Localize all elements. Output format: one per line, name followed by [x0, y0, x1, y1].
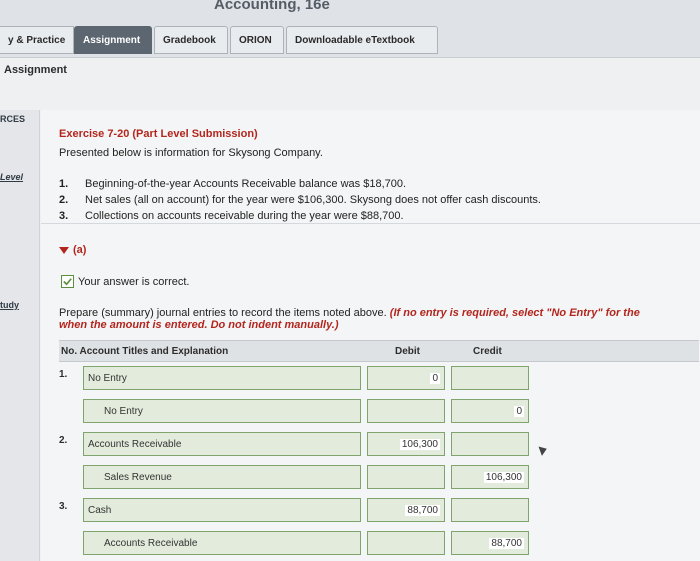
leftnav-study[interactable]: tudy — [0, 300, 19, 310]
tab-assignment[interactable]: Assignment — [74, 26, 152, 54]
table-row: 1. No Entry 0 — [59, 366, 699, 396]
part-a-toggle[interactable]: (a) — [59, 244, 86, 256]
left-nav: RCES Level tudy — [0, 110, 40, 561]
account-title-field[interactable]: Sales Revenue — [83, 465, 361, 489]
status-text: Your answer is correct. — [78, 275, 190, 288]
account-title-field[interactable]: No Entry — [83, 366, 361, 390]
credit-field[interactable] — [451, 498, 529, 522]
journal-prompt: Prepare (summary) journal entries to rec… — [59, 307, 640, 331]
tab-gradebook[interactable]: Gradebook — [154, 26, 228, 54]
column-header-credit: Credit — [473, 346, 502, 357]
leftnav-resources[interactable]: RCES — [0, 114, 25, 124]
credit-field[interactable]: 106,300 — [451, 465, 529, 489]
account-title-field[interactable]: Accounts Receivable — [83, 432, 361, 456]
debit-field[interactable]: 88,700 — [367, 498, 445, 522]
column-header-debit: Debit — [395, 346, 420, 357]
answer-status: Your answer is correct. — [61, 275, 189, 288]
table-row: No Entry 0 — [59, 399, 699, 429]
debit-field[interactable] — [367, 465, 445, 489]
divider — [41, 223, 700, 224]
leftnav-level[interactable]: Level — [0, 172, 23, 182]
tab-downloadable-etextbook[interactable]: Downloadable eTextbook — [286, 26, 438, 54]
list-item: 2. Net sales (all on account) for the yea… — [59, 194, 541, 206]
list-item: 3. Collections on accounts receivable dur… — [59, 210, 404, 222]
tab-bar: y & Practice Assignment Gradebook ORION … — [0, 18, 700, 58]
table-row: Sales Revenue 106,300 — [59, 465, 699, 495]
check-icon — [61, 275, 74, 288]
credit-field[interactable]: 0 — [451, 399, 529, 423]
account-title-field[interactable]: Accounts Receivable — [83, 531, 361, 555]
window-title-strip: Accounting, 16e — [0, 0, 700, 18]
exercise-title: Exercise 7-20 (Part Level Submission) — [59, 128, 258, 140]
list-item: 1. Beginning-of-the-year Accounts Receiva… — [59, 178, 407, 190]
table-row: 3. Cash 88,700 — [59, 498, 699, 528]
window-title: Accounting, 16e — [214, 0, 330, 13]
debit-field[interactable]: 106,300 — [367, 432, 445, 456]
account-title-field[interactable]: No Entry — [83, 399, 361, 423]
debit-field[interactable] — [367, 399, 445, 423]
caret-down-icon — [59, 246, 69, 254]
table-row: Accounts Receivable 88,700 — [59, 531, 699, 561]
credit-field[interactable]: 88,700 — [451, 531, 529, 555]
tab-practice[interactable]: y & Practice — [0, 26, 74, 54]
exercise-intro: Presented below is information for Skyso… — [59, 147, 323, 159]
debit-field[interactable]: 0 — [367, 366, 445, 390]
journal-table-header: No. Account Titles and Explanation Debit… — [59, 340, 699, 362]
credit-field[interactable] — [451, 432, 529, 456]
page-title: Assignment — [4, 64, 67, 76]
exercise-panel: Exercise 7-20 (Part Level Submission) Pr… — [41, 110, 700, 561]
table-row: 2. Accounts Receivable 106,300 — [59, 432, 699, 462]
column-header-account: No. Account Titles and Explanation — [61, 346, 229, 357]
credit-field[interactable] — [451, 366, 529, 390]
account-title-field[interactable]: Cash — [83, 498, 361, 522]
part-label: (a) — [73, 244, 87, 256]
debit-field[interactable] — [367, 531, 445, 555]
exercise-items: 1. Beginning-of-the-year Accounts Receiva… — [59, 178, 541, 226]
tab-orion[interactable]: ORION — [230, 26, 284, 54]
